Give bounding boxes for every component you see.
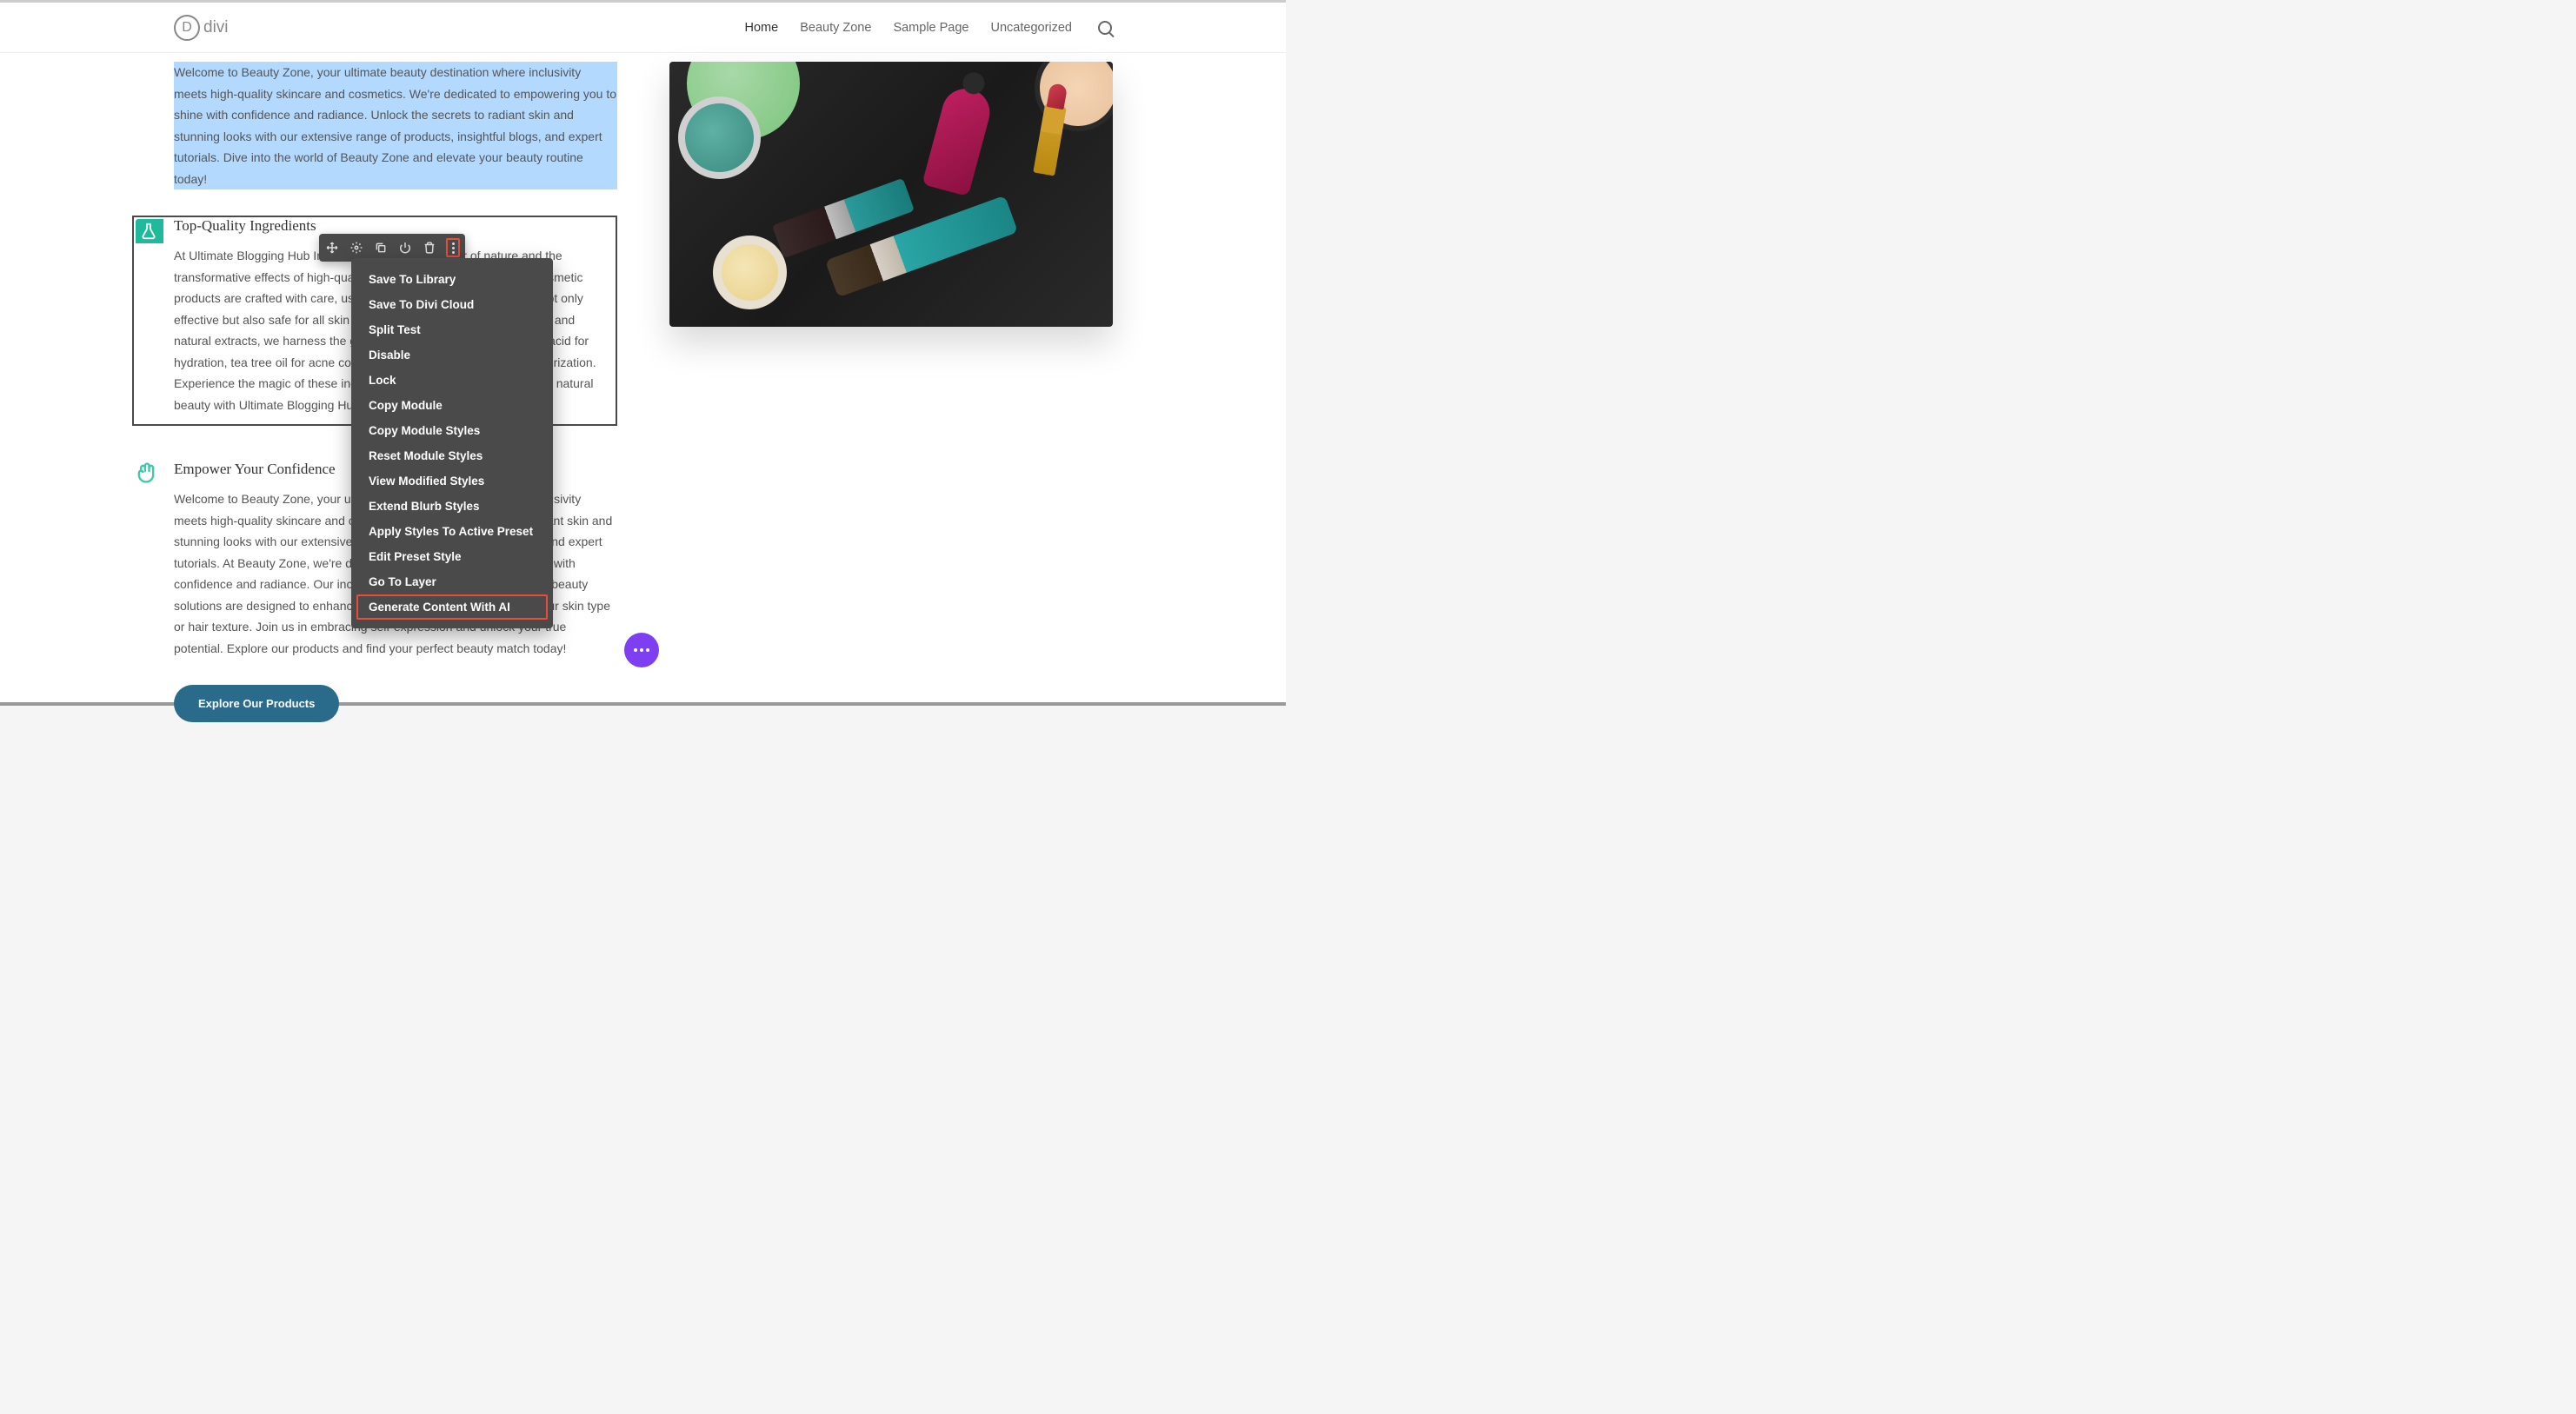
more-icon[interactable] (446, 238, 460, 257)
menu-disable[interactable]: Disable (351, 342, 553, 368)
search-icon[interactable] (1098, 21, 1112, 35)
trash-icon[interactable] (422, 240, 437, 256)
blurb-title-ingredients: Top-Quality Ingredients (174, 217, 607, 235)
logo-letter: D (182, 20, 192, 36)
menu-save-to-divi-cloud[interactable]: Save To Divi Cloud (351, 292, 553, 317)
move-icon[interactable] (324, 240, 340, 256)
fab-more-button[interactable] (624, 633, 659, 667)
menu-copy-module[interactable]: Copy Module (351, 393, 553, 418)
nav-uncategorized[interactable]: Uncategorized (991, 21, 1073, 35)
explore-products-button[interactable]: Explore Our Products (174, 685, 339, 722)
hand-wave-icon (134, 461, 158, 485)
menu-extend-blurb-styles[interactable]: Extend Blurb Styles (351, 494, 553, 519)
menu-go-to-layer[interactable]: Go To Layer (351, 569, 553, 594)
nav-beauty-zone[interactable]: Beauty Zone (800, 21, 871, 35)
menu-generate-content-ai[interactable]: Generate Content With AI (356, 594, 548, 620)
logo-text: divi (203, 18, 229, 37)
menu-lock[interactable]: Lock (351, 368, 553, 393)
menu-split-test[interactable]: Split Test (351, 317, 553, 342)
site-logo[interactable]: D divi (174, 15, 229, 41)
menu-view-modified-styles[interactable]: View Modified Styles (351, 468, 553, 494)
nav-home[interactable]: Home (745, 21, 779, 35)
nav-sample-page[interactable]: Sample Page (893, 21, 968, 35)
menu-edit-preset-style[interactable]: Edit Preset Style (351, 544, 553, 569)
main-nav: Home Beauty Zone Sample Page Uncategoriz… (745, 21, 1112, 35)
menu-reset-module-styles[interactable]: Reset Module Styles (351, 443, 553, 468)
flask-icon (136, 219, 163, 243)
gear-icon[interactable] (349, 240, 364, 256)
menu-copy-module-styles[interactable]: Copy Module Styles (351, 418, 553, 443)
intro-paragraph[interactable]: Welcome to Beauty Zone, your ultimate be… (174, 62, 617, 189)
intro-text-selected: Welcome to Beauty Zone, your ultimate be… (174, 65, 616, 186)
logo-icon: D (174, 15, 200, 41)
hero-image (669, 62, 1113, 327)
site-header: D divi Home Beauty Zone Sample Page Unca… (0, 3, 1286, 53)
power-icon[interactable] (397, 240, 413, 256)
module-context-menu: Save To Library Save To Divi Cloud Split… (351, 258, 553, 628)
duplicate-icon[interactable] (373, 240, 389, 256)
menu-save-to-library[interactable]: Save To Library (351, 267, 553, 292)
menu-apply-styles-active-preset[interactable]: Apply Styles To Active Preset (351, 519, 553, 544)
